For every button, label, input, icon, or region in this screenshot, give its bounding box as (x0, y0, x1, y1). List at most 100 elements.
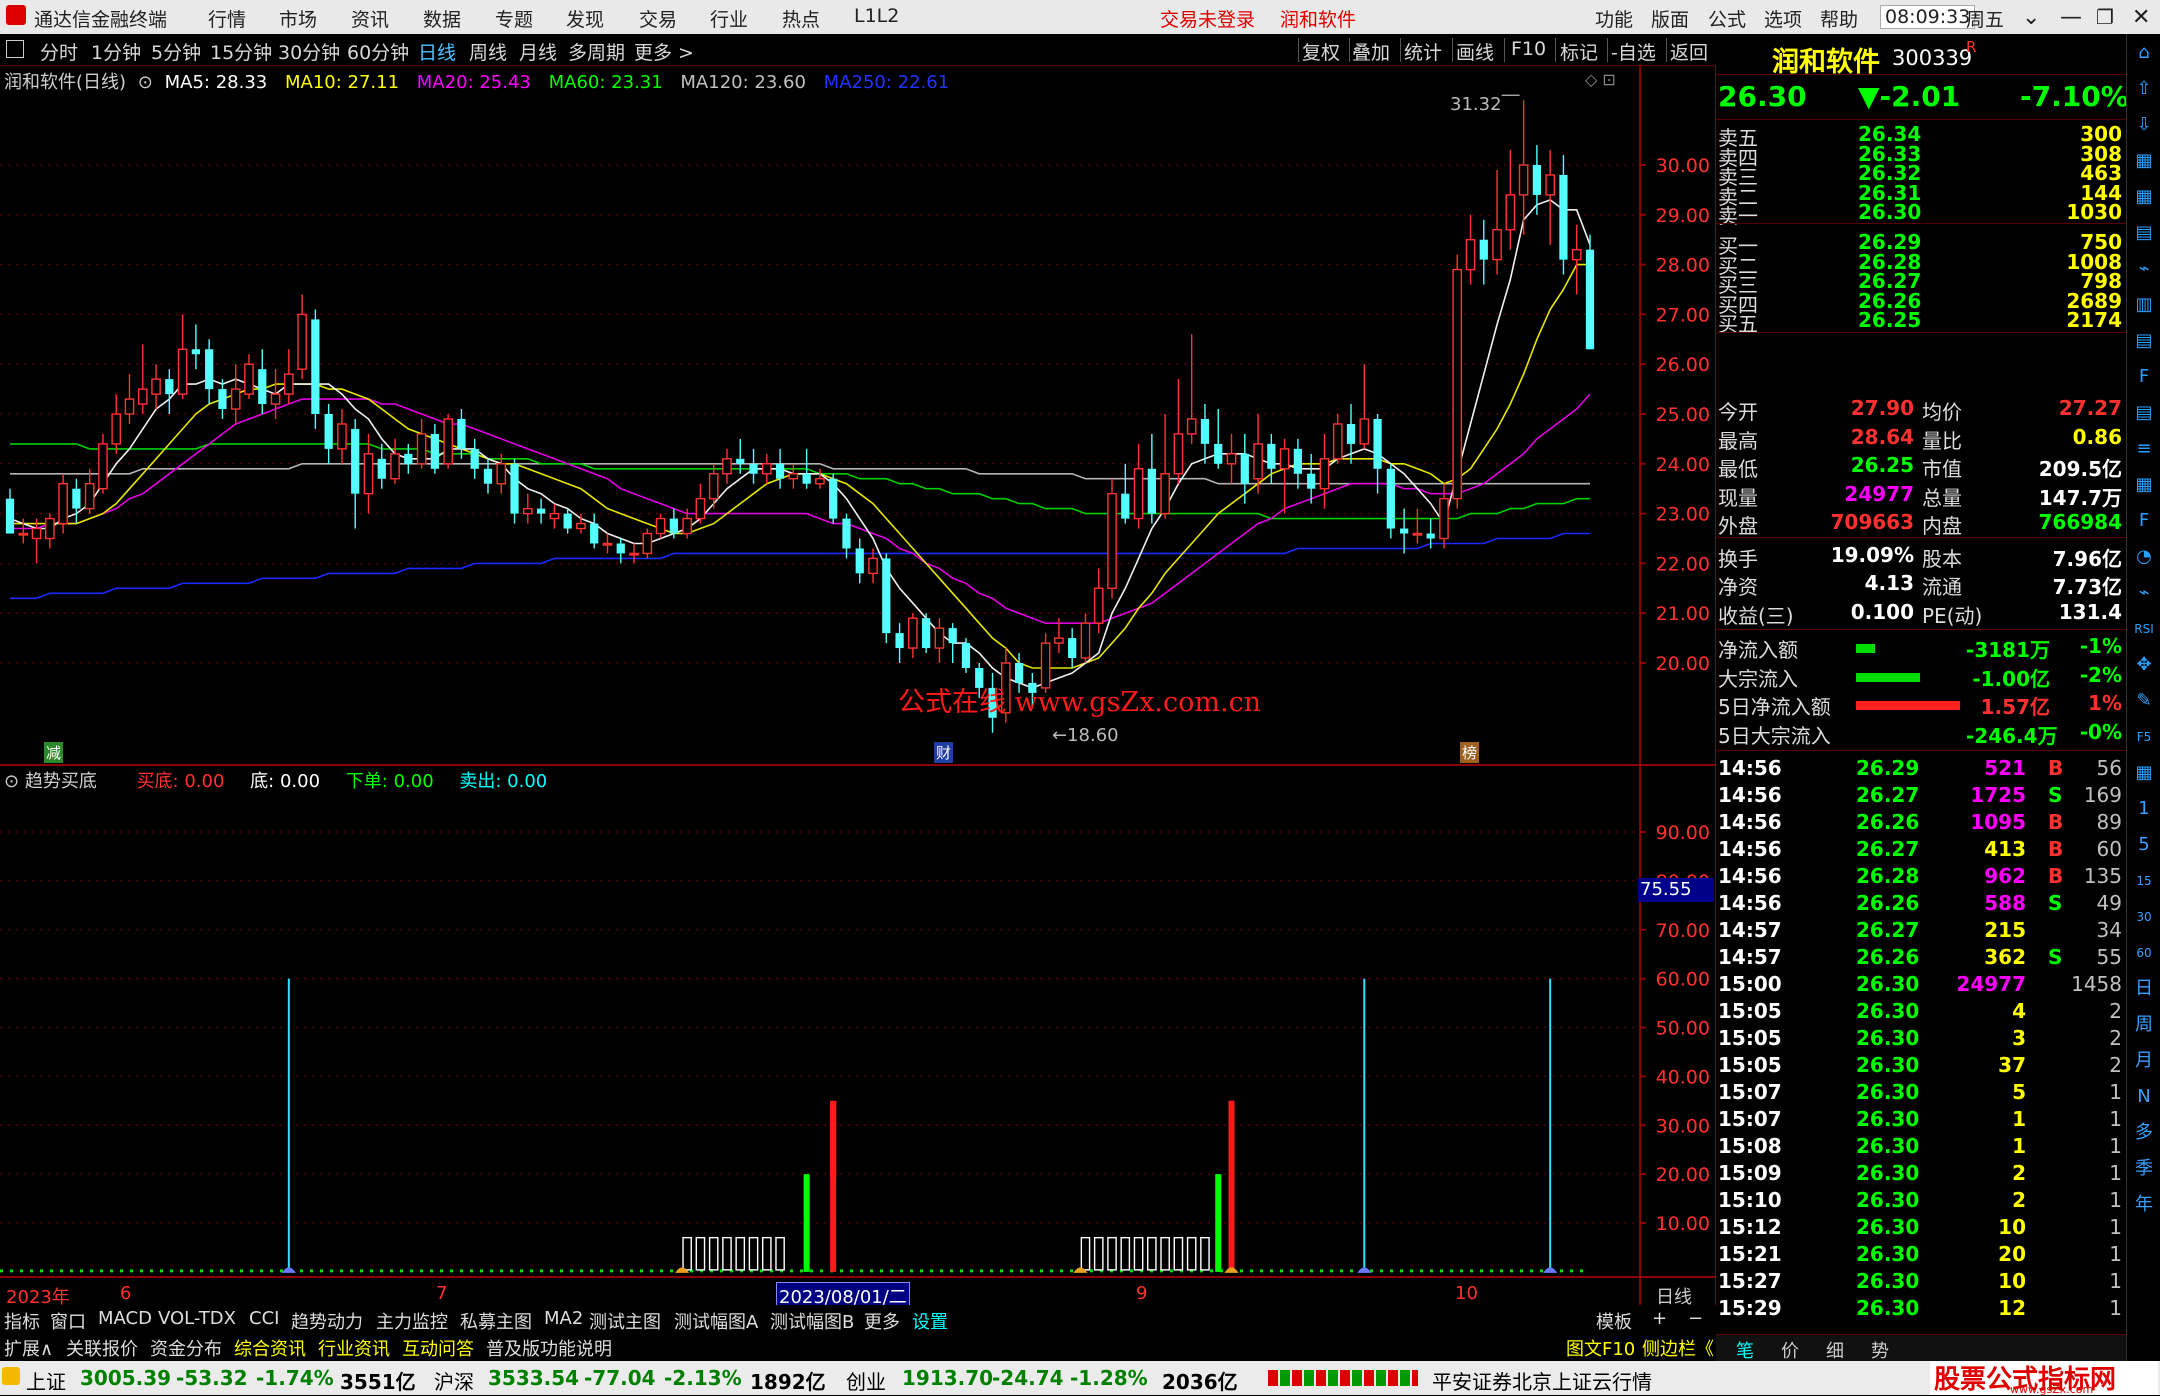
sidebar-icon-25[interactable]: 60 (2131, 940, 2157, 966)
sidebar-icon-19[interactable]: F5 (2131, 724, 2157, 750)
period-daily[interactable]: 日线 (418, 38, 456, 65)
menu-zixun[interactable]: 资讯 (351, 5, 389, 32)
period-multi[interactable]: 多周期 (568, 38, 625, 65)
period-fenshi[interactable]: 分时 (40, 38, 78, 65)
tab-simuzhutu[interactable]: 私募主图 (460, 1308, 532, 1334)
tool-diejia[interactable]: 叠加 (1352, 38, 1390, 65)
minimize-button[interactable]: — (2060, 5, 2082, 30)
period-5min[interactable]: 5分钟 (151, 38, 201, 65)
tab-pujiban[interactable]: 普及版功能说明 (486, 1335, 612, 1361)
tab-tuwenf10[interactable]: 图文F10 (1566, 1335, 1635, 1361)
tab-macd[interactable]: MACD (98, 1308, 152, 1329)
sidebar-icon-4[interactable]: ▦ (2131, 184, 2157, 210)
sidebar-icon-3[interactable]: ▦ (2131, 148, 2157, 174)
remove-pane-button[interactable]: − (1688, 1308, 1703, 1329)
sidebar-icon-12[interactable]: ▦ (2131, 472, 2157, 498)
tab-zijinfenbu[interactable]: 资金分布 (150, 1335, 222, 1361)
tab-ceshifutua[interactable]: 测试幅图A (674, 1308, 758, 1334)
tab-ma2[interactable]: MA2 (544, 1308, 583, 1329)
tool-fanhui[interactable]: 返回 (1670, 38, 1708, 65)
menu-hangye[interactable]: 行业 (710, 5, 748, 32)
marker-jian[interactable]: 减 (44, 742, 64, 763)
minimize-icon[interactable]: ⌄ (2022, 5, 2040, 30)
indicator-name[interactable]: 趋势买底 (25, 771, 97, 792)
menu-shichang[interactable]: 市场 (279, 5, 317, 32)
sidebar-icon-1[interactable]: ⇧ (2131, 76, 2157, 102)
period-more[interactable]: 更多 > (634, 38, 694, 65)
period-monthly[interactable]: 月线 (519, 38, 557, 65)
tab-cebianlan[interactable]: 侧边栏《 (1642, 1335, 1714, 1361)
market-icon[interactable] (2, 1367, 20, 1385)
chart-options-icon[interactable]: ◇ ⊡ (1585, 70, 1616, 89)
login-status[interactable]: 交易未登录 (1160, 5, 1255, 32)
period-15min[interactable]: 15分钟 (210, 38, 272, 65)
tab-ceshifutub[interactable]: 测试幅图B (770, 1308, 854, 1334)
menu-bangzhu[interactable]: 帮助 (1820, 5, 1858, 32)
sidebar-icon-15[interactable]: ⌁ (2131, 580, 2157, 606)
indicator-toggle-icon[interactable]: ⊙ (4, 771, 19, 792)
tool-fuquan[interactable]: 复权 (1302, 38, 1340, 65)
tab-zhulijiankong[interactable]: 主力监控 (376, 1308, 448, 1334)
sidebar-icon-31[interactable]: 季 (2131, 1156, 2157, 1182)
sidebar-icon-23[interactable]: 15 (2131, 868, 2157, 894)
index-cy-name[interactable]: 创业 (846, 1366, 886, 1395)
period-60min[interactable]: 60分钟 (347, 38, 409, 65)
menu-gongneng[interactable]: 功能 (1595, 5, 1633, 32)
index-hs-name[interactable]: 沪深 (434, 1366, 474, 1395)
tool-f10[interactable]: F10 (1511, 38, 1546, 60)
sidebar-icon-14[interactable]: ◔ (2131, 544, 2157, 570)
sidebar-icon-5[interactable]: ▤ (2131, 220, 2157, 246)
tab-vol-tdx[interactable]: VOL-TDX (158, 1308, 236, 1329)
tab-guanlianbaojia[interactable]: 关联报价 (66, 1335, 138, 1361)
collapse-icon[interactable]: ⊙ (138, 72, 153, 93)
sidebar-icon-0[interactable]: ⌂ (2131, 40, 2157, 66)
tab-hudongwenda[interactable]: 互动问答 (402, 1335, 474, 1361)
marker-cai[interactable]: 财 (934, 742, 954, 763)
sidebar-icon-9[interactable]: F (2131, 364, 2157, 390)
period-30min[interactable]: 30分钟 (278, 38, 340, 65)
period-1min[interactable]: 1分钟 (91, 38, 141, 65)
sidebar-icon-20[interactable]: ▦ (2131, 760, 2157, 786)
sidebar-icon-17[interactable]: ✥ (2131, 652, 2157, 678)
menu-l1l2[interactable]: L1L2 (854, 5, 899, 27)
sidebar-icon-2[interactable]: ⇩ (2131, 112, 2157, 138)
menu-hangqing[interactable]: 行情 (208, 5, 246, 32)
tab-kuozhan[interactable]: 扩展∧ (4, 1335, 53, 1361)
menu-redian[interactable]: 热点 (782, 5, 820, 32)
login-stock[interactable]: 润和软件 (1280, 5, 1356, 32)
index-sh-name[interactable]: 上证 (26, 1366, 66, 1395)
tab-shezhi[interactable]: 设置 (912, 1308, 948, 1334)
tab-qushidongli[interactable]: 趋势动力 (291, 1308, 363, 1334)
sidebar-icon-27[interactable]: 周 (2131, 1012, 2157, 1038)
period-weekly[interactable]: 周线 (469, 38, 507, 65)
sidebar-icon-8[interactable]: ▤ (2131, 328, 2157, 354)
close-button[interactable]: ✕ (2132, 5, 2150, 30)
restore-button[interactable]: ❐ (2096, 5, 2114, 29)
tab-xi[interactable]: 细 (1826, 1337, 1844, 1363)
menu-shuju[interactable]: 数据 (423, 5, 461, 32)
sidebar-icon-29[interactable]: N (2131, 1084, 2157, 1110)
tab-shi[interactable]: 势 (1871, 1337, 1889, 1363)
sidebar-icon-26[interactable]: 日 (2131, 976, 2157, 1002)
menu-banmian[interactable]: 版面 (1651, 5, 1689, 32)
menu-gongshi[interactable]: 公式 (1708, 5, 1746, 32)
sidebar-icon-28[interactable]: 月 (2131, 1048, 2157, 1074)
kline-chart[interactable]: 30.00 29.00 28.00 27.00 26.00 25.00 24.00 23.00… (0, 65, 1716, 1305)
sidebar-icon-21[interactable]: 1 (2131, 796, 2157, 822)
tab-zhibiao[interactable]: 指标 (4, 1308, 40, 1334)
tab-zonghezixun[interactable]: 综合资讯 (234, 1335, 306, 1361)
tool-tongji[interactable]: 统计 (1404, 38, 1442, 65)
menu-faxian[interactable]: 发现 (566, 5, 604, 32)
tab-cci[interactable]: CCI (249, 1308, 279, 1329)
tab-chuangkou[interactable]: 窗口 (50, 1308, 86, 1334)
sidebar-icon-16[interactable]: RSI (2131, 616, 2157, 642)
tool-biaoji[interactable]: 标记 (1560, 38, 1598, 65)
tab-gengduo[interactable]: 更多 (864, 1308, 900, 1334)
sidebar-icon-7[interactable]: ▥ (2131, 292, 2157, 318)
add-pane-button[interactable]: + (1652, 1308, 1667, 1329)
template-button[interactable]: 模板 (1596, 1308, 1632, 1334)
period-menu-icon[interactable] (6, 40, 24, 58)
sidebar-icon-11[interactable]: ≡ (2131, 436, 2157, 462)
menu-zhuanti[interactable]: 专题 (495, 5, 533, 32)
sidebar-icon-24[interactable]: 30 (2131, 904, 2157, 930)
